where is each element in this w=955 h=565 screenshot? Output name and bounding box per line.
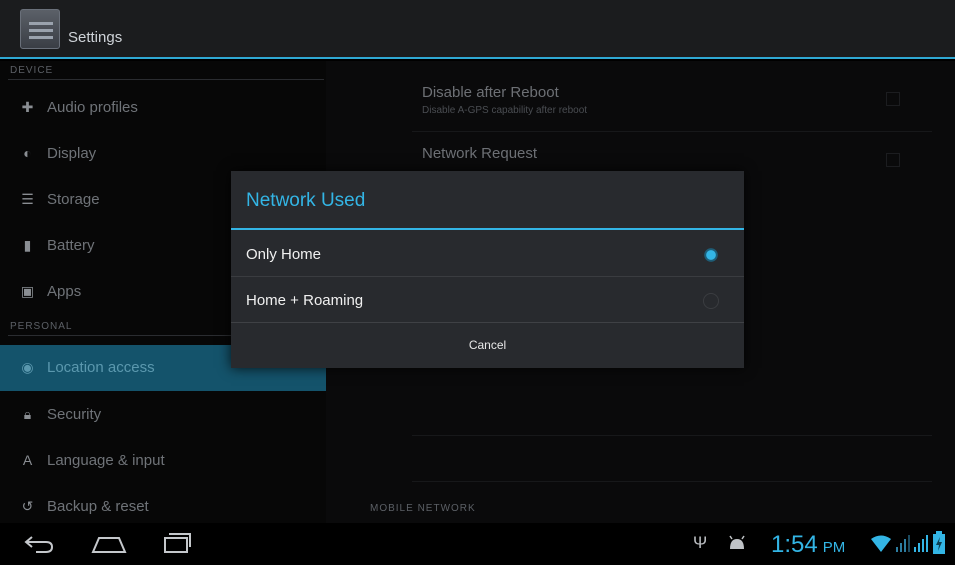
back-icon[interactable]	[22, 532, 56, 556]
audio-profiles-icon: ✚	[21, 99, 34, 115]
cancel-button[interactable]: Cancel	[231, 323, 744, 368]
signal-icon-2	[914, 535, 928, 552]
clock[interactable]: 1:54 PM	[771, 531, 845, 559]
apps-icon: ▣	[20, 283, 35, 299]
clock-time: 1:54	[771, 531, 818, 558]
dialog-title: Network Used	[246, 190, 366, 211]
clock-ampm: PM	[822, 539, 846, 556]
radio-unselected-icon[interactable]	[703, 293, 719, 309]
dialog-title-divider	[231, 228, 744, 230]
sidebar-item-language-input[interactable]: A Language & input	[0, 438, 326, 484]
settings-app-icon[interactable]	[20, 9, 60, 49]
battery-charging-icon	[933, 531, 945, 554]
display-icon: ◐	[23, 145, 32, 161]
pref-summary: Disable A-GPS capability after reboot	[422, 105, 588, 116]
android-debug-icon	[729, 535, 745, 549]
network-used-dialog: Network Used Only Home Home + Roaming Ca…	[231, 171, 744, 368]
recent-apps-icon[interactable]	[162, 530, 192, 556]
action-bar: Settings	[0, 0, 955, 59]
section-header-personal: PERSONAL	[10, 321, 73, 332]
option-label: Only Home	[246, 246, 322, 263]
pref-checkbox[interactable]	[886, 92, 900, 106]
backup-icon: ↺	[21, 498, 34, 514]
pref-title: Disable after Reboot	[422, 84, 559, 101]
section-header-mobile-network: MOBILE NETWORK	[370, 503, 476, 514]
option-only-home[interactable]: Only Home	[231, 231, 744, 277]
signal-icon-1	[896, 535, 910, 552]
language-icon: A	[22, 452, 33, 468]
storage-icon: ☰	[21, 191, 34, 207]
sidebar-item-audio-profiles[interactable]: ✚ Audio profiles	[0, 85, 326, 131]
battery-icon: ▮	[23, 237, 32, 253]
wifi-icon	[871, 535, 891, 552]
pref-checkbox[interactable]	[886, 153, 900, 167]
option-home-roaming[interactable]: Home + Roaming	[231, 277, 744, 323]
lock-icon: 🔒︎	[23, 406, 32, 422]
home-icon[interactable]	[90, 532, 128, 556]
pref-title: Network Request	[422, 145, 538, 162]
location-icon: ◉	[21, 359, 34, 375]
sidebar-item-security[interactable]: 🔒︎ Security	[0, 392, 326, 438]
section-header-device: DEVICE	[10, 65, 54, 76]
option-label: Home + Roaming	[246, 292, 364, 309]
system-bar: Ψ 1:54 PM	[0, 523, 955, 565]
radio-selected-icon[interactable]	[703, 247, 719, 263]
usb-icon: Ψ	[693, 533, 708, 552]
page-title: Settings	[68, 29, 123, 46]
